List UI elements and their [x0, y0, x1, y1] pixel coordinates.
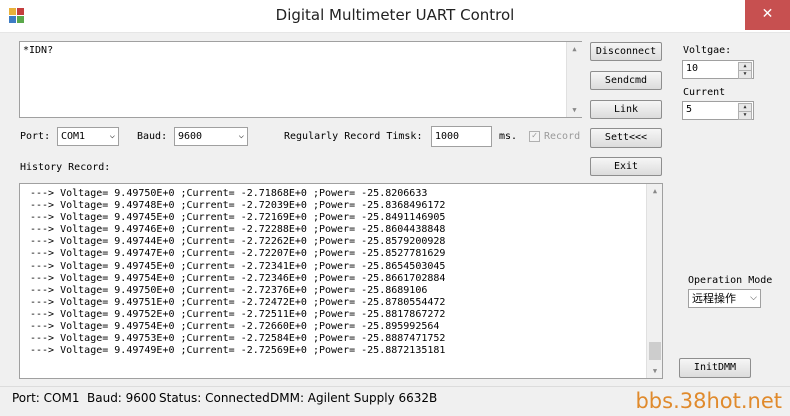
- list-item: ---> Voltage= 9.49747E+0 ;Current= -2.72…: [30, 248, 446, 260]
- record-time-unit: ms.: [499, 131, 518, 142]
- sendcmd-button[interactable]: Sendcmd: [590, 71, 662, 90]
- link-button[interactable]: Link: [590, 100, 662, 119]
- voltage-label: Voltgae:: [683, 45, 732, 56]
- sett-button[interactable]: Sett<<<: [590, 128, 662, 148]
- voltage-stepper[interactable]: 10 ▲ ▼: [682, 60, 754, 79]
- operation-mode-select[interactable]: 远程操作 ⌵: [688, 289, 761, 308]
- disconnect-button[interactable]: Disconnect: [590, 42, 662, 61]
- list-item: ---> Voltage= 9.49749E+0 ;Current= -2.72…: [30, 345, 446, 357]
- chevron-down-icon: ⌵: [109, 131, 115, 141]
- list-item: ---> Voltage= 9.49745E+0 ;Current= -2.72…: [30, 260, 446, 272]
- command-scrollbar[interactable]: ▲ ▼: [566, 42, 582, 117]
- command-text: *IDN?: [23, 45, 54, 56]
- history-log[interactable]: ---> Voltage= 9.49750E+0 ;Current= -2.71…: [19, 183, 663, 379]
- list-item: ---> Voltage= 9.49753E+0 ;Current= -2.72…: [30, 333, 446, 345]
- list-item: ---> Voltage= 9.49751E+0 ;Current= -2.72…: [30, 296, 446, 308]
- window-title: Digital Multimeter UART Control: [275, 6, 515, 24]
- history-scrollbar[interactable]: ▲ ▼: [646, 184, 662, 378]
- current-label: Current: [683, 87, 726, 98]
- baud-label: Baud:: [137, 131, 168, 142]
- current-value: 5: [686, 104, 693, 115]
- stepper-down-icon[interactable]: ▼: [738, 70, 752, 79]
- list-item: ---> Voltage= 9.49748E+0 ;Current= -2.72…: [30, 200, 446, 212]
- close-icon: ✕: [761, 6, 774, 22]
- title-bar: Digital Multimeter UART Control ✕: [0, 0, 790, 33]
- record-checkbox[interactable]: ✓: [529, 131, 540, 142]
- current-stepper[interactable]: 5 ▲ ▼: [682, 101, 754, 120]
- list-item: ---> Voltage= 9.49752E+0 ;Current= -2.72…: [30, 308, 446, 320]
- port-value: COM1: [61, 131, 86, 142]
- record-checkbox-label: Record: [544, 131, 581, 142]
- list-item: ---> Voltage= 9.49750E+0 ;Current= -2.72…: [30, 284, 428, 296]
- scroll-up-icon[interactable]: ▲: [647, 187, 662, 195]
- baud-value: 9600: [178, 131, 203, 142]
- history-label: History Record:: [20, 162, 111, 173]
- history-lines: ---> Voltage= 9.49750E+0 ;Current= -2.71…: [30, 188, 445, 357]
- stepper-down-icon[interactable]: ▼: [738, 111, 752, 120]
- list-item: ---> Voltage= 9.49746E+0 ;Current= -2.72…: [30, 224, 446, 236]
- status-baud: Baud: 9600: [87, 391, 157, 405]
- checkmark-icon: ✓: [531, 131, 538, 141]
- list-item: ---> Voltage= 9.49754E+0 ;Current= -2.72…: [30, 321, 440, 333]
- status-port: Port: COM1: [12, 391, 80, 405]
- record-time-input[interactable]: 1000: [431, 126, 492, 147]
- list-item: ---> Voltage= 9.49754E+0 ;Current= -2.72…: [30, 272, 446, 284]
- exit-button[interactable]: Exit: [590, 157, 662, 176]
- status-dmm: DMM: Agilent Supply 6632B: [270, 391, 438, 405]
- baud-select[interactable]: 9600 ⌵: [174, 127, 248, 146]
- chevron-down-icon: ⌵: [750, 293, 757, 303]
- chevron-down-icon: ⌵: [238, 131, 244, 141]
- scroll-thumb[interactable]: [649, 342, 661, 360]
- scroll-down-icon[interactable]: ▼: [647, 367, 662, 375]
- close-button[interactable]: ✕: [745, 0, 790, 30]
- voltage-value: 10: [686, 63, 699, 74]
- operation-mode-label: Operation Mode: [688, 275, 773, 286]
- record-time-value: 1000: [435, 131, 460, 142]
- scroll-up-icon[interactable]: ▲: [567, 45, 582, 53]
- operation-mode-value: 远程操作: [692, 292, 736, 305]
- initdmm-button[interactable]: InitDMM: [679, 358, 751, 378]
- port-select[interactable]: COM1 ⌵: [57, 127, 119, 146]
- command-textarea[interactable]: *IDN? ▲ ▼: [19, 41, 582, 118]
- list-item: ---> Voltage= 9.49750E+0 ;Current= -2.71…: [30, 188, 428, 199]
- record-time-label: Regularly Record Timsk:: [284, 131, 423, 142]
- list-item: ---> Voltage= 9.49745E+0 ;Current= -2.72…: [30, 212, 446, 224]
- list-item: ---> Voltage= 9.49744E+0 ;Current= -2.72…: [30, 236, 446, 248]
- status-connection: Status: Connected: [159, 391, 270, 405]
- scroll-down-icon[interactable]: ▼: [567, 106, 582, 114]
- watermark: bbs.38hot.net: [635, 389, 782, 413]
- port-label: Port:: [20, 131, 51, 142]
